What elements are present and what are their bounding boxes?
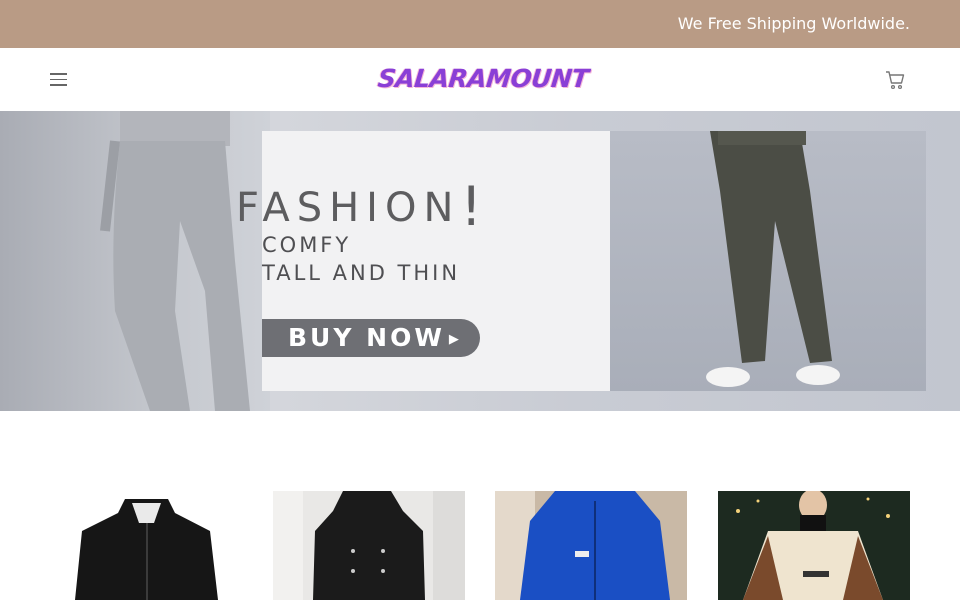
product-card-blue-fleece-jacket[interactable] [495, 491, 687, 600]
product-card-black-hooded-jacket[interactable] [50, 491, 242, 600]
shopping-cart-icon[interactable] [884, 69, 906, 91]
cream-fleece-image [718, 491, 910, 600]
hero-banner[interactable]: FASHION! COMFY TALL AND THIN BUY NOW ▶ [0, 111, 960, 411]
product-grid [0, 491, 960, 600]
black-coat-image [273, 491, 465, 600]
hero-title: FASHION! [236, 175, 490, 238]
play-arrow-icon: ▶ [448, 332, 462, 347]
site-logo[interactable]: SALARAMOUNT [376, 62, 590, 96]
buy-now-button[interactable]: BUY NOW ▶ [262, 319, 480, 357]
announcement-text: We Free Shipping Worldwide. [677, 14, 910, 33]
hamburger-menu-icon[interactable] [48, 70, 70, 88]
black-jacket-image [50, 491, 242, 600]
announcement-bar: We Free Shipping Worldwide. [0, 0, 960, 48]
hero-subtitle-line2: TALL AND THIN [262, 261, 461, 285]
hero-left-model-image [0, 111, 270, 411]
hero-subtitle-line1: COMFY [262, 233, 352, 257]
product-card-cream-brown-fleece-jacket[interactable] [718, 491, 910, 600]
hero-right-model-image [610, 131, 926, 391]
site-header: SALARAMOUNT [0, 48, 960, 111]
blue-fleece-image [495, 491, 687, 600]
product-card-black-coat[interactable] [273, 491, 465, 600]
